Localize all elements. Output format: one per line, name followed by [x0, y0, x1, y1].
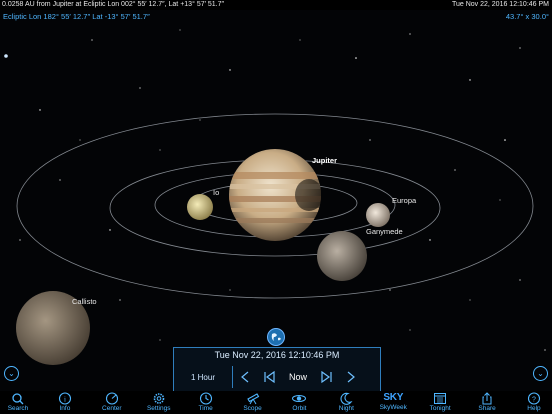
- time-controls-row: 1 Hour Now: [174, 366, 380, 388]
- play-backward-button[interactable]: [257, 366, 281, 388]
- toolbar-share-button[interactable]: Share: [469, 391, 505, 414]
- toolbar-settings-label: Settings: [146, 405, 171, 412]
- clock-icon: [198, 392, 214, 405]
- toolbar-search-label: Search: [7, 405, 29, 412]
- info-icon: i: [57, 392, 73, 405]
- toolbar-night-button[interactable]: Night: [328, 391, 364, 414]
- toolbar-help-button[interactable]: ? Help: [516, 391, 552, 414]
- toolbar-share-label: Share: [478, 405, 496, 412]
- toolbar-skyweek-label: SkyWeek: [379, 404, 407, 411]
- ecliptic-coordinates: Ecliptic Lon 182° 55′ 12.7″ Lat -13° 57′…: [3, 12, 150, 21]
- collapse-right-button[interactable]: ⌄: [533, 366, 548, 381]
- moon-icon: [338, 392, 354, 405]
- step-back-icon: [241, 371, 249, 383]
- calendar-icon: [432, 392, 448, 405]
- datetime-readout: Tue Nov 22, 2016 12:10:46 PM: [451, 1, 549, 8]
- ganymede-moon[interactable]: [317, 231, 367, 281]
- callisto-label[interactable]: Callisto: [72, 297, 97, 306]
- earth-globe-button[interactable]: [267, 328, 285, 346]
- toolbar-center-button[interactable]: Center: [94, 391, 130, 414]
- telescope-icon: [245, 392, 261, 405]
- field-of-view[interactable]: 43.7° x 30.0°: [506, 12, 549, 21]
- play-forward-icon: [321, 370, 332, 384]
- toolbar-night-label: Night: [338, 405, 354, 412]
- toolbar-info-label: Info: [59, 405, 71, 412]
- toolbar-orbit-label: Orbit: [292, 405, 307, 412]
- svg-text:?: ?: [532, 397, 536, 404]
- toolbar-orbit-button[interactable]: Orbit: [281, 391, 317, 414]
- search-icon: [10, 392, 26, 405]
- toolbar-time-label: Time: [198, 405, 213, 412]
- play-back-icon: [264, 370, 275, 384]
- chevron-down-icon: ⌄: [537, 369, 544, 378]
- time-control-panel: Tue Nov 22, 2016 12:10:46 PM 1 Hour Now: [173, 347, 381, 392]
- help-icon: ?: [526, 392, 542, 405]
- globe-icon: [271, 333, 281, 341]
- chevron-down-icon: ⌄: [8, 369, 15, 378]
- toolbar-skyweek-button[interactable]: SKY SkyWeek: [375, 391, 411, 414]
- time-panel-datetime[interactable]: Tue Nov 22, 2016 12:10:46 PM: [174, 350, 380, 360]
- time-step-selector[interactable]: 1 Hour: [174, 366, 233, 388]
- io-label[interactable]: Io: [213, 188, 219, 197]
- share-icon: [479, 392, 495, 405]
- status-bar: 0.0258 AU from Jupiter at Ecliptic Lon 0…: [0, 0, 552, 10]
- europa-label[interactable]: Europa: [392, 196, 416, 205]
- orbit-icon: [291, 392, 307, 405]
- sky-logo: SKY: [383, 392, 404, 403]
- now-button[interactable]: Now: [281, 366, 315, 388]
- toolbar-tonight-label: Tonight: [429, 405, 451, 412]
- distance-readout: 0.0258 AU from Jupiter at Ecliptic Lon 0…: [2, 1, 224, 8]
- ganymede-label[interactable]: Ganymede: [366, 227, 403, 236]
- jupiter-planet[interactable]: [225, 149, 325, 241]
- jupiter-label[interactable]: Jupiter: [312, 156, 337, 165]
- europa-moon[interactable]: [366, 203, 390, 227]
- toolbar-time-button[interactable]: Time: [188, 391, 224, 414]
- svg-text:i: i: [64, 396, 66, 404]
- toolbar-settings-button[interactable]: Settings: [141, 391, 177, 414]
- collapse-left-button[interactable]: ⌄: [4, 366, 19, 381]
- toolbar-scope-button[interactable]: Scope: [235, 391, 271, 414]
- toolbar-tonight-button[interactable]: Tonight: [422, 391, 458, 414]
- settings-icon: [151, 392, 167, 405]
- center-icon: [104, 392, 120, 405]
- step-forward-icon: [347, 371, 355, 383]
- toolbar-center-label: Center: [102, 405, 122, 412]
- step-back-button[interactable]: [233, 366, 257, 388]
- toolbar-scope-label: Scope: [243, 405, 262, 412]
- toolbar-help-label: Help: [527, 405, 541, 412]
- sky-view[interactable]: 0.0258 AU from Jupiter at Ecliptic Lon 0…: [0, 0, 552, 414]
- io-moon[interactable]: [187, 194, 213, 220]
- toolbar-info-button[interactable]: i Info: [47, 391, 83, 414]
- step-forward-button[interactable]: [339, 366, 363, 388]
- bottom-toolbar: Search i Info Center Settings Time Scope…: [0, 391, 552, 414]
- play-forward-button[interactable]: [315, 366, 339, 388]
- toolbar-search-button[interactable]: Search: [0, 391, 36, 414]
